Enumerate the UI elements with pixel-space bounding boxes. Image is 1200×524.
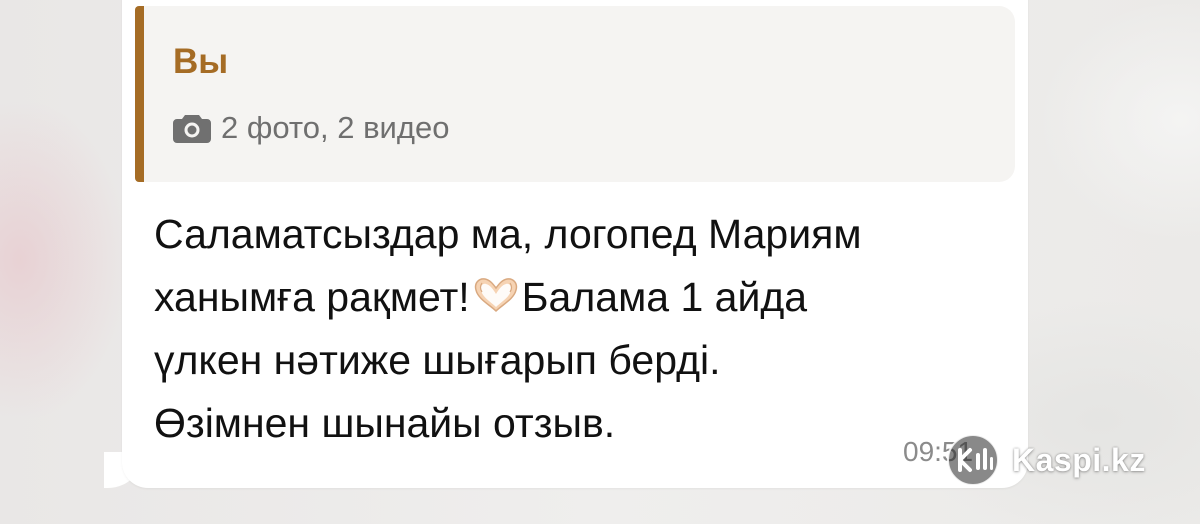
camera-icon xyxy=(173,115,211,143)
reply-media-text: 2 фото, 2 видео xyxy=(221,110,450,145)
reply-media-summary: 2 фото, 2 видео xyxy=(173,106,449,150)
message-line: ханымға рақмет! Балама 1 айда xyxy=(154,266,1014,329)
message-line: үлкен нәтиже шығарып берді. xyxy=(154,337,721,383)
watermark-text: Kaspi.kz xyxy=(1012,441,1146,478)
heart-hands-icon xyxy=(474,278,517,313)
kaspi-watermark: Kaspi.kz xyxy=(946,433,1146,487)
message-text: Саламатсыздар ма, логопед Мариям ханымға… xyxy=(154,203,1014,455)
kaspi-logo-icon xyxy=(947,434,999,486)
reply-author: Вы xyxy=(173,42,229,81)
message-line-part: Балама 1 айда xyxy=(521,274,808,320)
message-line: Саламатсыздар ма, логопед Мариям xyxy=(154,211,862,257)
reply-preview[interactable]: Вы 2 фото, 2 видео xyxy=(135,6,1015,182)
message-line: Өзімнен шынайы отзыв. xyxy=(154,400,616,446)
reply-accent-bar xyxy=(135,6,144,182)
message-line-part: ханымға рақмет! xyxy=(154,274,470,320)
